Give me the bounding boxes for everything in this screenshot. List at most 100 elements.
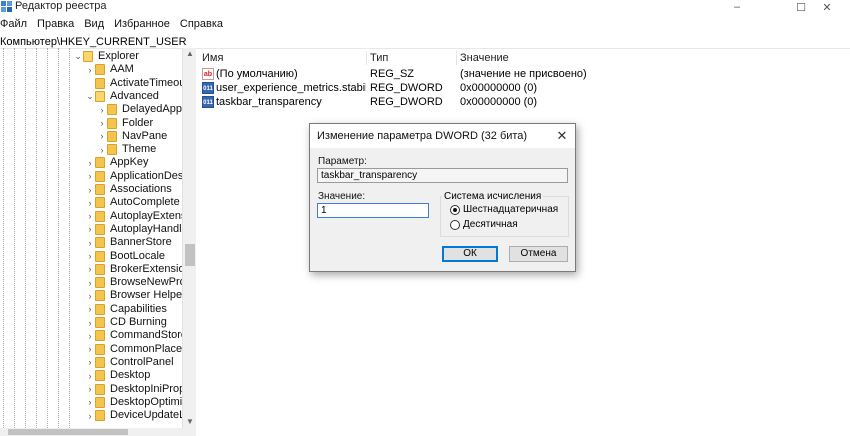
tree-item[interactable]: › ControlPanel (85, 356, 174, 369)
chevron-right-icon[interactable]: › (97, 131, 107, 141)
chevron-down-icon[interactable]: ⌄ (73, 51, 83, 62)
menu-help[interactable]: Справка (180, 17, 227, 32)
list-row[interactable]: ab (По умолчанию) REG_SZ (значение не пр… (198, 67, 850, 81)
title-bar: Редактор реестра – ☐ ✕ (0, 0, 850, 14)
tree-item[interactable]: › DesktopOptimizat (85, 396, 195, 409)
scroll-down-icon[interactable]: ▼ (183, 416, 197, 428)
list-row[interactable]: 011 user_experience_metrics.stability.ex… (198, 81, 850, 95)
tree-item[interactable]: › AAM (85, 63, 134, 76)
column-name[interactable]: Имя (202, 51, 223, 65)
tree-item[interactable]: › AutoplayHandlers (85, 223, 195, 236)
tree-item[interactable]: › BannerStore (85, 236, 172, 249)
tree-item-label: BannerStore (110, 236, 172, 249)
tree-item[interactable]: › AppKey (85, 156, 149, 169)
tree-item[interactable]: › Associations (85, 183, 172, 196)
column-value[interactable]: Значение (460, 51, 509, 65)
chevron-right-icon[interactable]: › (85, 344, 95, 354)
minimize-button[interactable]: – (714, 0, 760, 14)
radio-dec-label[interactable]: Десятичная (463, 219, 518, 230)
chevron-right-icon[interactable]: › (97, 118, 107, 128)
chevron-right-icon[interactable]: › (85, 331, 95, 341)
tree-item[interactable]: › AutoComplete (85, 196, 180, 209)
column-type[interactable]: Тип (370, 51, 388, 65)
tree-item[interactable]: › BootLocale (85, 250, 165, 263)
folder-icon (83, 51, 93, 62)
tree-item[interactable]: › DesktopIniPropert (85, 383, 195, 396)
scroll-up-icon[interactable]: ▲ (183, 48, 197, 60)
chevron-right-icon[interactable]: › (85, 65, 95, 75)
tree-item[interactable]: › BrokerExtensions (85, 263, 195, 276)
dialog-close-icon[interactable]: ✕ (554, 128, 570, 144)
tree-item[interactable]: › NavPane (97, 130, 167, 143)
chevron-right-icon[interactable]: › (85, 198, 95, 208)
column-divider[interactable] (456, 51, 457, 65)
scroll-thumb[interactable] (185, 244, 195, 266)
chevron-right-icon[interactable]: › (97, 105, 107, 115)
chevron-right-icon[interactable]: › (85, 357, 95, 367)
radio-hex-label[interactable]: Шестнадцатеричная (463, 204, 558, 215)
tree-item[interactable]: › Desktop (85, 369, 150, 382)
radio-dec[interactable] (450, 220, 460, 230)
folder-icon (95, 157, 105, 169)
chevron-right-icon[interactable]: › (85, 371, 95, 381)
tree-item[interactable]: › CommandStore (85, 329, 187, 342)
tree-item[interactable]: › DeviceUpdateLoc (85, 409, 195, 422)
chevron-right-icon[interactable]: › (85, 251, 95, 261)
tree-item[interactable]: › Folder (97, 117, 153, 130)
chevron-right-icon[interactable]: › (85, 238, 95, 248)
chevron-right-icon[interactable]: › (85, 171, 95, 181)
value-name: user_experience_metrics.stability.exi... (216, 82, 366, 94)
tree-vertical-scrollbar[interactable]: ▲ ▼ (182, 48, 196, 428)
tree-item[interactable]: › BrowseNewProces (85, 276, 195, 289)
chevron-right-icon[interactable]: › (85, 158, 95, 168)
tree-item[interactable]: ⌄ Explorer (73, 50, 139, 63)
chevron-right-icon[interactable]: › (97, 145, 107, 155)
chevron-right-icon[interactable]: › (85, 224, 95, 234)
chevron-right-icon[interactable]: › (85, 211, 95, 221)
address-bar[interactable]: Компьютер\HKEY_CURRENT_USER (0, 35, 850, 49)
ok-button[interactable]: ОК (442, 246, 498, 262)
cancel-button[interactable]: Отмена (509, 246, 568, 262)
menu-favorites[interactable]: Избранное (114, 17, 174, 32)
tree-horizontal-scrollbar[interactable] (0, 428, 196, 436)
tree-item[interactable]: › Capabilities (85, 303, 167, 316)
column-divider[interactable] (366, 51, 367, 65)
chevron-right-icon[interactable]: › (85, 318, 95, 328)
horizontal-scroll-thumb[interactable] (8, 429, 128, 435)
tree-item[interactable]: › ApplicationDestin (85, 170, 195, 183)
chevron-right-icon[interactable]: › (85, 304, 95, 314)
chevron-right-icon[interactable]: › (85, 278, 95, 288)
tree-item[interactable]: ⌄ Advanced (85, 90, 159, 103)
value-input[interactable]: 1 (317, 203, 429, 218)
radio-hex[interactable] (450, 205, 460, 215)
tree-item-label: Theme (122, 143, 157, 156)
value-label: Значение: (318, 191, 366, 202)
close-button[interactable]: ✕ (804, 0, 850, 14)
tree-item[interactable]: › CD Burning (85, 316, 167, 329)
tree-item[interactable]: › Browser Helper O (85, 289, 195, 302)
value-type: REG_DWORD (370, 82, 443, 94)
menu-view[interactable]: Вид (84, 17, 108, 32)
chevron-right-icon[interactable]: › (85, 185, 95, 195)
chevron-right-icon[interactable]: › (85, 384, 95, 394)
list-row[interactable]: 011 taskbar_transparency REG_DWORD 0x000… (198, 95, 850, 109)
menu-edit[interactable]: Правка (37, 17, 78, 32)
chevron-right-icon[interactable]: › (85, 264, 95, 274)
tree-item[interactable]: ActivateTimeout (85, 77, 188, 90)
dialog-title-bar: Изменение параметра DWORD (32 бита) ✕ (310, 124, 575, 148)
menu-file[interactable]: Файл (0, 17, 31, 32)
tree-item[interactable]: › AutoplayExtension (85, 210, 195, 223)
chevron-right-icon[interactable]: › (85, 397, 95, 407)
dialog-title: Изменение параметра DWORD (32 бита) (317, 130, 528, 142)
folder-icon (107, 104, 117, 116)
tree-item[interactable]: › Theme (97, 143, 156, 156)
chevron-right-icon[interactable]: › (85, 411, 95, 421)
folder-icon (95, 370, 105, 382)
tree-guide-line (25, 48, 26, 436)
tree-item[interactable]: › CommonPlaces (85, 343, 188, 356)
folder-icon (95, 90, 105, 102)
chevron-down-icon[interactable]: ⌄ (85, 91, 95, 102)
tree-item[interactable]: › DelayedApps (97, 103, 187, 116)
tree-item-label: ActivateTimeout (110, 76, 189, 89)
chevron-right-icon[interactable]: › (85, 291, 95, 301)
